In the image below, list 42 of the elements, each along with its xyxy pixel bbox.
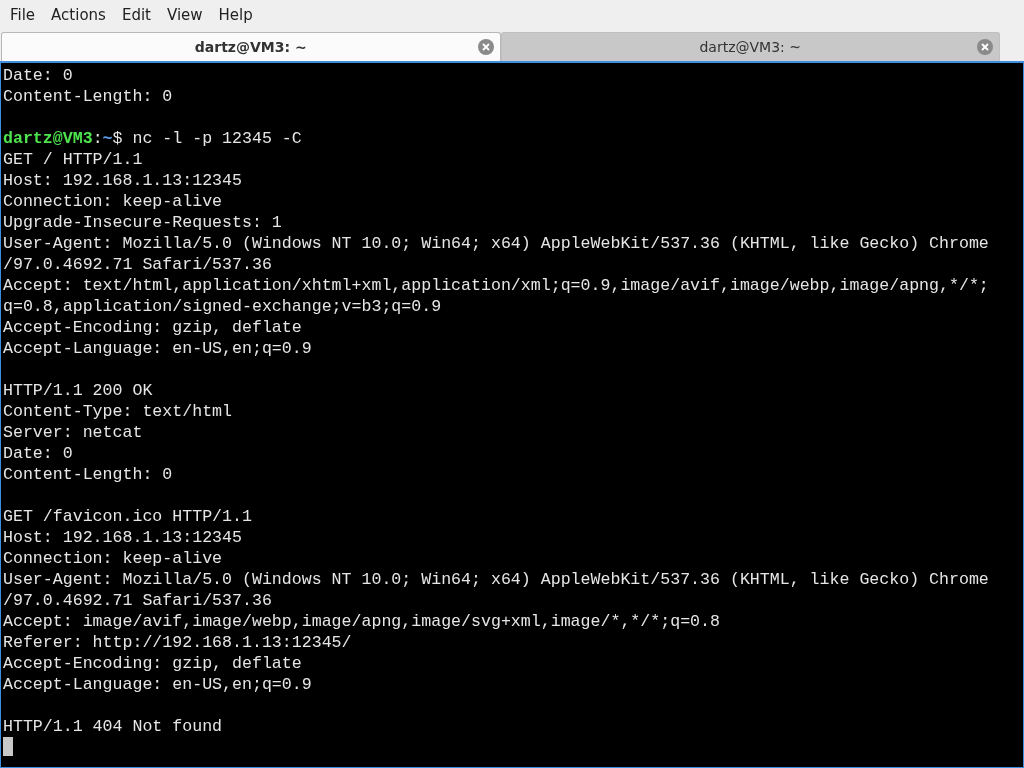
terminal-area[interactable] [0,61,1024,768]
output-line: Accept-Language: en-US,en;q=0.9 [3,339,312,358]
output-line: Date: 0 [3,444,73,463]
output-line: Accept: text/html,application/xhtml+xml,application/xml;q=0.9,image/avif,image/webp,image/apng,*/*; [3,276,989,295]
output-line: q=0.8,application/signed-exchange;v=b3;q=0.9 [3,297,442,316]
command-line: $ nc -l -p 12345 -C [112,129,302,148]
output-line: HTTP/1.1 200 OK [3,381,153,400]
output-line: Host: 192.168.1.13:12345 [3,528,242,547]
output-line: GET / HTTP/1.1 [3,150,143,169]
output-line: HTTP/1.1 404 Not found [3,717,223,736]
prompt-user-host: dartz@VM3 [3,129,93,148]
output-line: GET /favicon.ico HTTP/1.1 [3,507,252,526]
output-line: Connection: keep-alive [3,549,223,568]
output-line: Content-Type: text/html [3,402,233,421]
output-line: Date: 0 [3,66,73,85]
terminal-tab[interactable]: dartz@VM3: ~ [1,32,501,61]
output-line: Accept-Encoding: gzip, deflate [3,318,302,337]
output-line: User-Agent: Mozilla/5.0 (Windows NT 10.0; Win64; x64) AppleWebKit/537.36 (KHTML, like Gecko) Chrome [3,234,989,253]
close-icon[interactable] [477,39,494,55]
prompt-path: ~ [102,129,113,148]
output-line: Host: 192.168.1.13:12345 [3,171,242,190]
menu-item[interactable]: Actions [43,0,114,30]
menu-item[interactable]: Edit [113,0,159,30]
output-line: Server: netcat [3,423,143,442]
output-line: User-Agent: Mozilla/5.0 (Windows NT 10.0; Win64; x64) AppleWebKit/537.36 (KHTML, like Gecko) Chrome [3,570,989,589]
output-line: Content-Length: 0 [3,87,173,106]
output-line: Upgrade-Insecure-Requests: 1 [3,213,282,232]
prompt-separator: : [92,129,103,148]
output-line: /97.0.4692.71 Safari/537.36 [3,591,272,610]
close-icon[interactable] [977,39,993,55]
output-line: Content-Length: 0 [3,465,173,484]
terminal-tab[interactable]: dartz@VM3: ~ [500,32,1000,61]
text-cursor [3,737,13,756]
menu-item[interactable]: View [158,0,211,30]
output-line: Accept: image/avif,image/webp,image/apng,image/svg+xml,image/*,*/*;q=0.8 [3,612,720,631]
output-line: Accept-Language: en-US,en;q=0.9 [3,675,312,694]
menu-item[interactable]: Help [210,0,261,30]
output-line: Referer: http://192.168.1.13:12345/ [3,633,352,652]
menu-item[interactable]: File [2,0,44,30]
output-line: Accept-Encoding: gzip, deflate [3,654,302,673]
output-line: /97.0.4692.71 Safari/537.36 [3,255,272,274]
output-line: Connection: keep-alive [3,192,223,211]
